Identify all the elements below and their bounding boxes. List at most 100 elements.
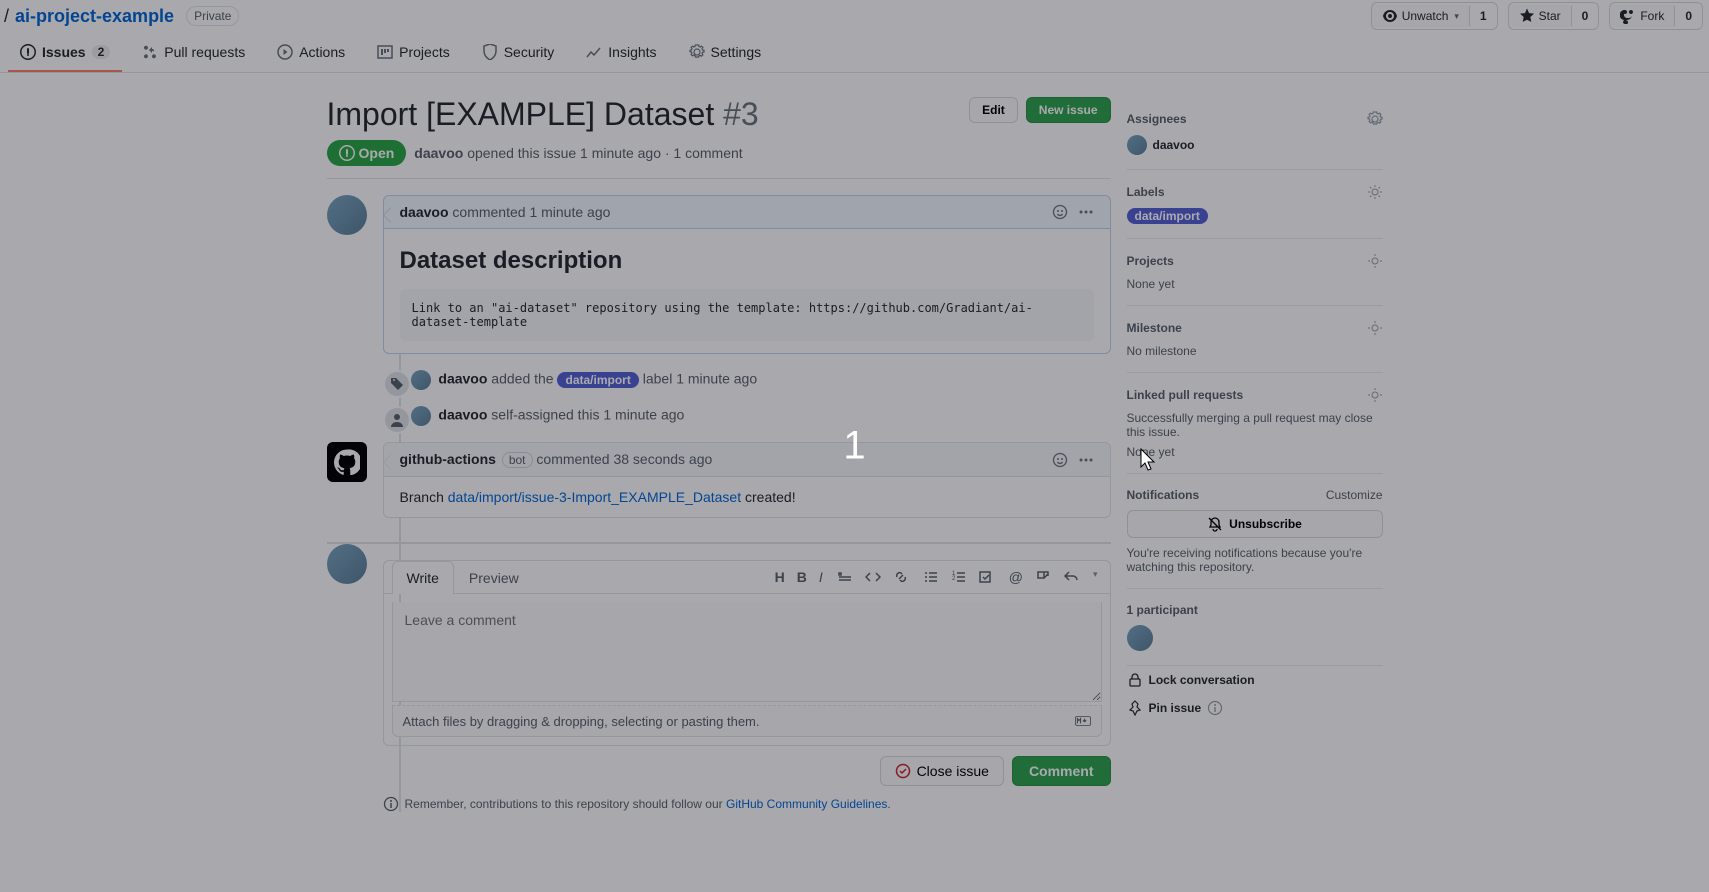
issue-opened-icon [20, 44, 36, 60]
fork-count[interactable]: 0 [1674, 6, 1702, 26]
bot-avatar[interactable] [327, 442, 367, 482]
repo-name-link[interactable]: ai-project-example [15, 6, 174, 27]
markdown-icon[interactable] [1075, 713, 1091, 729]
star-count[interactable]: 0 [1571, 6, 1599, 26]
label-chip[interactable]: data/import [557, 372, 638, 388]
comment-textarea[interactable] [392, 602, 1102, 702]
star-button[interactable]: Star [1509, 5, 1571, 27]
tab-projects-label: Projects [399, 44, 450, 60]
gear-icon[interactable] [1367, 320, 1383, 336]
participants-title: 1 participant [1127, 603, 1383, 617]
gear-icon[interactable] [1367, 184, 1383, 200]
linked-title: Linked pull requests [1127, 388, 1244, 402]
gear-icon[interactable] [1367, 387, 1383, 403]
comment-author[interactable]: daavoo [400, 204, 449, 220]
state-label: Open [359, 145, 395, 161]
bot-pill: bot [502, 452, 533, 468]
pin-issue[interactable]: Pin issue [1127, 694, 1383, 722]
watch-count[interactable]: 1 [1469, 6, 1497, 26]
bulleted-list-icon[interactable] [923, 569, 939, 585]
comment2-pre: Branch [400, 489, 448, 505]
compose-tab-preview[interactable]: Preview [454, 561, 534, 594]
event-author[interactable]: daavoo [438, 407, 487, 423]
tab-pulls-label: Pull requests [164, 44, 245, 60]
gear-icon[interactable] [1367, 111, 1383, 127]
mini-avatar[interactable] [411, 370, 431, 390]
italic-button[interactable]: I [819, 569, 823, 585]
markdown-toolbar: H B I 12 [775, 569, 1098, 585]
assignee-row[interactable]: daavoo [1127, 135, 1383, 155]
compose-tab-write[interactable]: Write [392, 561, 454, 594]
close-issue-button[interactable]: Close issue [880, 756, 1004, 786]
close-issue-label: Close issue [917, 763, 989, 779]
branch-link[interactable]: data/import/issue-3-Import_EXAMPLE_Datas… [448, 489, 741, 505]
tab-settings[interactable]: Settings [677, 36, 774, 72]
cross-reference-icon[interactable] [1035, 569, 1051, 585]
mini-avatar[interactable] [411, 406, 431, 426]
comment-button[interactable]: Comment [1012, 756, 1111, 786]
comment-author[interactable]: github-actions [400, 451, 496, 467]
event-assign-text: self-assigned this 1 minute ago [491, 407, 684, 423]
project-icon [377, 44, 393, 60]
attach-hint[interactable]: Attach files by dragging & dropping, sel… [403, 714, 760, 729]
info-icon[interactable] [1207, 700, 1223, 716]
tab-issues[interactable]: Issues 2 [8, 36, 122, 72]
tab-pulls[interactable]: Pull requests [130, 36, 257, 72]
issue-title-text: Import [EXAMPLE] Dataset [327, 96, 715, 132]
kebab-icon[interactable] [1078, 204, 1094, 220]
tab-security[interactable]: Security [470, 36, 567, 72]
gear-icon[interactable] [1367, 253, 1383, 269]
repo-slash: / [2, 6, 11, 27]
avatar[interactable] [327, 544, 367, 584]
tab-insights[interactable]: Insights [574, 36, 668, 72]
heading-button[interactable]: H [775, 569, 785, 585]
event-self-assigned: daavoo self-assigned this 1 minute ago [383, 406, 1111, 426]
tab-actions[interactable]: Actions [265, 36, 357, 72]
new-issue-button[interactable]: New issue [1026, 97, 1111, 123]
git-pull-request-icon [142, 44, 158, 60]
quote-icon[interactable] [837, 569, 853, 585]
guidelines-link[interactable]: GitHub Community Guidelines [726, 797, 887, 811]
tab-settings-label: Settings [711, 44, 762, 60]
lock-label: Lock conversation [1149, 673, 1255, 687]
unsubscribe-button[interactable]: Unsubscribe [1127, 510, 1383, 538]
sidebar-label-chip[interactable]: data/import [1127, 208, 1208, 224]
event-author[interactable]: daavoo [438, 371, 487, 387]
issue-title: Import [EXAMPLE] Dataset #3 [327, 97, 759, 132]
labels-title: Labels [1127, 185, 1165, 199]
code-icon[interactable] [865, 569, 881, 585]
bold-button[interactable]: B [797, 569, 807, 585]
comment-meta: commented 38 seconds ago [536, 451, 712, 467]
lock-conversation[interactable]: Lock conversation [1127, 666, 1383, 694]
notifications-title: Notifications [1127, 488, 1200, 502]
smiley-icon[interactable] [1052, 452, 1068, 468]
toolbar-more[interactable]: ▾ [1093, 569, 1098, 585]
svg-text:2: 2 [952, 576, 956, 582]
smiley-icon[interactable] [1052, 204, 1068, 220]
fork-button[interactable]: Fork [1610, 5, 1674, 27]
customize-link[interactable]: Customize [1326, 488, 1383, 502]
kebab-icon[interactable] [1078, 452, 1094, 468]
tag-badge-icon [383, 370, 411, 398]
shield-icon [482, 44, 498, 60]
person-badge-icon [383, 406, 411, 434]
milestone-title: Milestone [1127, 321, 1182, 335]
bell-slash-icon [1207, 516, 1223, 532]
participant-avatar[interactable] [1127, 625, 1153, 651]
sidebar: Assignees daavoo Labels data/import Proj… [1127, 97, 1383, 828]
assignee-avatar [1127, 135, 1147, 155]
unwatch-button[interactable]: Unwatch ▾ [1372, 5, 1469, 27]
numbered-list-icon[interactable]: 12 [951, 569, 967, 585]
task-list-icon[interactable] [979, 569, 995, 585]
projects-value: None yet [1127, 277, 1383, 291]
comment: github-actions bot commented 38 seconds … [383, 442, 1111, 518]
reply-icon[interactable] [1063, 569, 1079, 585]
mention-button[interactable]: @ [1009, 569, 1023, 585]
avatar[interactable] [327, 195, 367, 235]
comment-meta: commented 1 minute ago [452, 204, 610, 220]
link-icon[interactable] [893, 569, 909, 585]
tab-projects[interactable]: Projects [365, 36, 462, 72]
issue-author-link[interactable]: daavoo [414, 145, 463, 161]
edit-button[interactable]: Edit [969, 97, 1018, 123]
star-label: Star [1539, 9, 1561, 23]
